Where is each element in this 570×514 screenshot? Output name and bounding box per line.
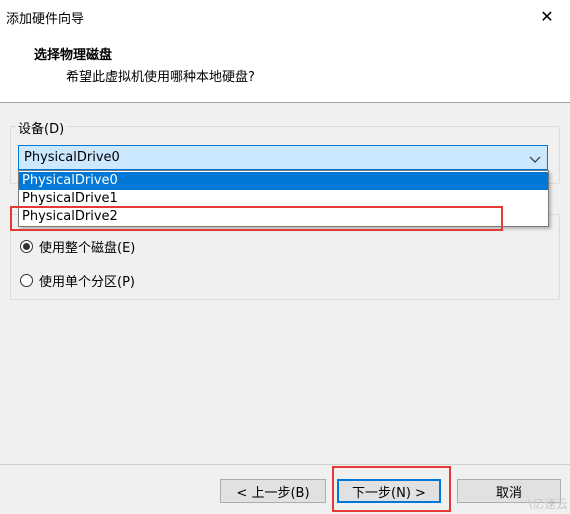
radio-indicator-checked [20,240,33,253]
wizard-header: 选择物理磁盘 希望此虚拟机使用哪种本地硬盘? [0,32,570,103]
device-combobox[interactable]: PhysicalDrive0 [18,145,548,170]
chevron-down-icon [529,153,541,168]
close-button[interactable]: ✕ [524,0,570,32]
radio-single-partition[interactable]: 使用单个分区(P) [20,271,135,290]
back-button[interactable]: < 上一步(B) [220,479,326,503]
combobox-value: PhysicalDrive0 [24,150,120,165]
footer-divider [0,464,570,465]
dropdown-option-drive0[interactable]: PhysicalDrive0 [19,172,548,190]
device-group-label: 设备(D) [16,118,67,137]
radio-indicator [20,274,33,287]
radio-whole-disk[interactable]: 使用整个磁盘(E) [20,237,135,256]
page-subtitle: 希望此虚拟机使用哪种本地硬盘? [66,70,255,85]
next-button[interactable]: 下一步(N) > [337,479,441,503]
radio-single-partition-label: 使用单个分区(P) [39,275,135,290]
device-dropdown-list: PhysicalDrive0 PhysicalDrive1 PhysicalDr… [18,170,549,227]
title-bar: 添加硬件向导 ✕ [0,0,570,32]
dropdown-option-drive2[interactable]: PhysicalDrive2 [19,208,548,226]
radio-whole-disk-label: 使用整个磁盘(E) [39,241,136,256]
page-title: 选择物理磁盘 [34,48,113,63]
dropdown-option-drive1[interactable]: PhysicalDrive1 [19,190,548,208]
window-title: 添加硬件向导 [6,12,85,27]
close-icon: ✕ [540,6,554,26]
watermark: \亿速云 [527,497,568,511]
